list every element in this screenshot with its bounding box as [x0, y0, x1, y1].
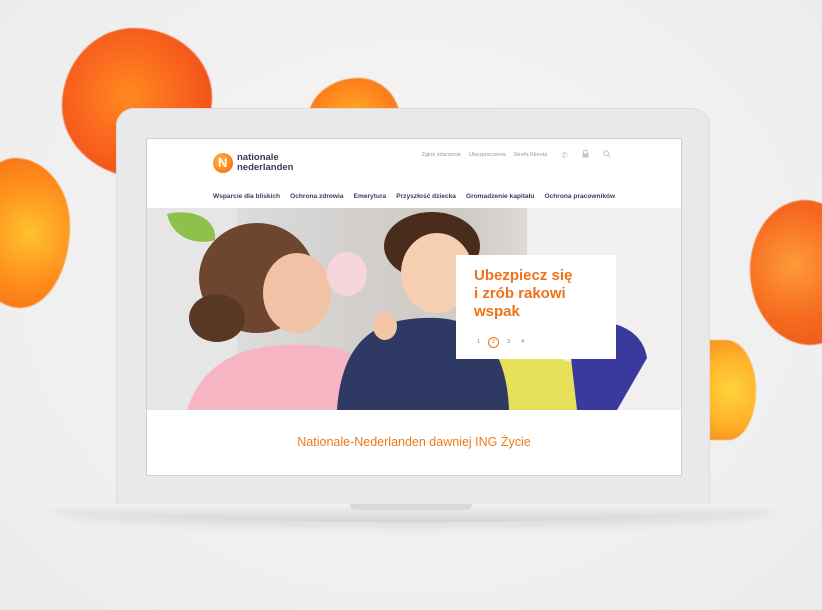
laptop-screen: nationale nederlanden Zgłoś zdarzenie Ub…	[146, 138, 682, 476]
lock-icon[interactable]	[582, 149, 589, 160]
phone-icon[interactable]: ✆	[561, 151, 568, 160]
logo-mark-icon	[213, 153, 233, 173]
hero-headline-line-3: wspak	[474, 303, 520, 320]
brand-logo[interactable]: nationale nederlanden	[213, 153, 294, 173]
utility-link-insurance[interactable]: Ubezpieczenia	[469, 152, 506, 158]
nav-item-employees[interactable]: Ochrona pracowników	[544, 193, 615, 200]
hero-headline[interactable]: Ubezpiecz się i zrób rakowi wspak	[474, 267, 614, 321]
carousel-page-2[interactable]: 2	[488, 337, 499, 348]
watercolor-blob	[750, 200, 822, 345]
carousel-page-3[interactable]: 3	[504, 338, 513, 347]
nav-item-health[interactable]: Ochrona zdrowia	[290, 193, 344, 200]
hero-headline-line-1: Ubezpiecz się	[474, 267, 573, 284]
utility-link-client-zone[interactable]: Strefa Klienta	[514, 152, 548, 158]
carousel-pagination: 1 2 3 4	[474, 337, 527, 348]
carousel-page-1[interactable]: 1	[474, 338, 483, 347]
utility-bar: Zgłoś zdarzenie Ubezpieczenia Strefa Kli…	[422, 149, 612, 160]
main-navigation: Wsparcie dla bliskich Ochrona zdrowia Em…	[213, 193, 615, 200]
utility-link-report-claim[interactable]: Zgłoś zdarzenie	[422, 152, 462, 158]
nav-item-child-future[interactable]: Przyszłość dziecka	[396, 193, 456, 200]
nav-item-support[interactable]: Wsparcie dla bliskich	[213, 193, 280, 200]
watercolor-blob	[0, 158, 70, 308]
nav-item-capital[interactable]: Gromadzenie kapitału	[466, 193, 535, 200]
hero-banner[interactable]: Ubezpiecz się i zrób rakowi wspak 1 2 3 …	[147, 208, 681, 410]
logo-wordmark: nationale nederlanden	[237, 153, 294, 173]
hero-promo-card: Ubezpiecz się i zrób rakowi wspak 1 2 3 …	[456, 255, 616, 359]
brand-tagline: Nationale-Nederlanden dawniej ING Życie	[297, 435, 531, 449]
logo-line-2: nederlanden	[237, 162, 294, 173]
nav-item-pension[interactable]: Emerytura	[354, 193, 387, 200]
mockup-stage: nationale nederlanden Zgłoś zdarzenie Ub…	[0, 0, 822, 610]
watercolor-blob	[706, 340, 756, 440]
carousel-page-4[interactable]: 4	[518, 338, 527, 347]
hero-headline-line-2: i zrób rakowi	[474, 285, 566, 302]
laptop-notch	[350, 504, 472, 510]
search-icon[interactable]	[603, 150, 611, 160]
